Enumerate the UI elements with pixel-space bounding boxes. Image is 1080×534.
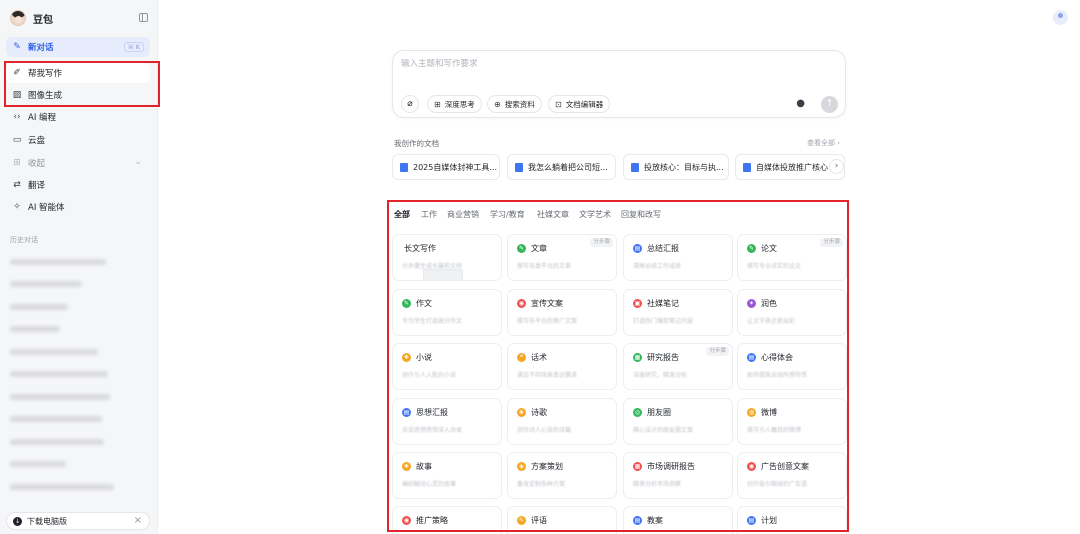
doc-editor-icon: ⊡ <box>555 99 562 109</box>
download-icon: ↓ <box>13 516 22 526</box>
new-chat-button[interactable]: ✎ 新对话 ⌘ K <box>6 37 150 57</box>
new-chat-icon: ✎ <box>13 42 21 52</box>
highlight-box-main <box>387 200 849 532</box>
history-item[interactable] <box>10 320 148 338</box>
document-icon <box>743 162 751 172</box>
history-item[interactable] <box>10 455 148 473</box>
docs-scroll-right-button[interactable]: › <box>829 159 844 174</box>
history-item[interactable] <box>10 388 148 406</box>
send-button[interactable]: ↑ <box>821 96 838 113</box>
doc-editor-button[interactable]: ⊡ 文档编辑器 <box>548 95 611 113</box>
history-item[interactable] <box>10 478 148 496</box>
document-icon <box>631 162 639 172</box>
doc-title: 投放核心：目标与执... <box>644 162 724 172</box>
history-item[interactable] <box>10 410 148 428</box>
deep-think-label: 深度思考 <box>444 99 475 109</box>
deep-think-button[interactable]: ⊞ 深度思考 <box>427 95 482 113</box>
prompt-input[interactable] <box>401 59 801 69</box>
doc-title: 自媒体投放推广核心 <box>756 162 828 172</box>
doc-card[interactable]: 我怎么躺着把公司短... <box>507 154 616 180</box>
brand-name: 豆包 <box>33 14 53 26</box>
deep-think-icon: ⊞ <box>434 99 441 109</box>
doc-card[interactable]: 2025自媒体封神工具... <box>392 154 500 180</box>
sidebar-item-label: 翻译 <box>28 181 46 191</box>
sidebar-item-coding[interactable]: ‹› AI 编程 <box>6 107 150 127</box>
sidebar-item-translate[interactable]: ⇄ 翻译 <box>6 175 150 195</box>
new-chat-label: 新对话 <box>28 43 54 53</box>
composer: ⌀ ⊞ 深度思考 ⊕ 搜索资料 ⊡ 文档编辑器 ● ↑ <box>392 50 846 118</box>
highlight-box-sidebar <box>4 61 160 107</box>
history-item[interactable] <box>10 275 148 293</box>
history-item[interactable] <box>10 298 148 316</box>
paperclip-icon: ⌀ <box>407 99 413 109</box>
microphone-icon[interactable]: ● <box>796 98 805 109</box>
doc-card[interactable]: 投放核心：目标与执... <box>623 154 729 180</box>
doc-title: 2025自媒体封神工具... <box>413 162 497 172</box>
sidebar-item-collapse[interactable]: ⊞ 收起 ⌄ <box>6 153 150 173</box>
sparkle-icon: ✧ <box>13 202 21 212</box>
sidebar-collapse-icon[interactable] <box>139 13 148 22</box>
globe-icon: ⊕ <box>494 99 501 109</box>
history-item[interactable] <box>10 365 148 383</box>
sidebar-item-label: AI 智能体 <box>28 203 65 213</box>
document-icon <box>515 162 523 172</box>
user-avatar-icon[interactable] <box>1053 10 1068 25</box>
avatar <box>10 10 26 26</box>
sidebar-item-agent[interactable]: ✧ AI 智能体 <box>6 197 150 217</box>
arrow-up-icon: ↑ <box>825 99 834 109</box>
cloud-drive-icon: ▭ <box>12 135 22 145</box>
history-title: 历史对话 <box>10 236 38 244</box>
history-item[interactable] <box>10 253 148 271</box>
brand: 豆包 <box>10 8 150 28</box>
history-item[interactable] <box>10 343 148 361</box>
docs-section-title: 我创作的文档 <box>394 139 439 148</box>
close-icon[interactable]: × <box>134 515 142 526</box>
history-item[interactable] <box>10 433 148 451</box>
grid-icon: ⊞ <box>13 158 21 168</box>
attach-button[interactable]: ⌀ <box>401 95 419 113</box>
search-button[interactable]: ⊕ 搜索资料 <box>487 95 542 113</box>
translate-icon: ⇄ <box>13 180 21 190</box>
search-label: 搜索资料 <box>504 99 535 109</box>
view-all-link[interactable]: 查看全部 › <box>807 138 840 148</box>
sidebar-item-label: 收起 <box>28 159 46 169</box>
code-icon: ‹› <box>13 112 21 122</box>
download-desktop-button[interactable]: ↓ 下载电脑版 × <box>6 512 150 530</box>
chevron-down-icon: ⌄ <box>134 157 142 167</box>
doc-title: 我怎么躺着把公司短... <box>528 162 608 172</box>
sidebar-item-label: 云盘 <box>28 136 46 146</box>
document-icon <box>400 162 408 172</box>
shortcut-badge: ⌘ K <box>124 42 144 52</box>
sidebar-item-cloud[interactable]: ▭ 云盘 <box>6 130 150 150</box>
sidebar-item-label: AI 编程 <box>28 113 57 123</box>
doc-editor-label: 文档编辑器 <box>565 99 604 109</box>
download-label: 下载电脑版 <box>27 516 67 526</box>
